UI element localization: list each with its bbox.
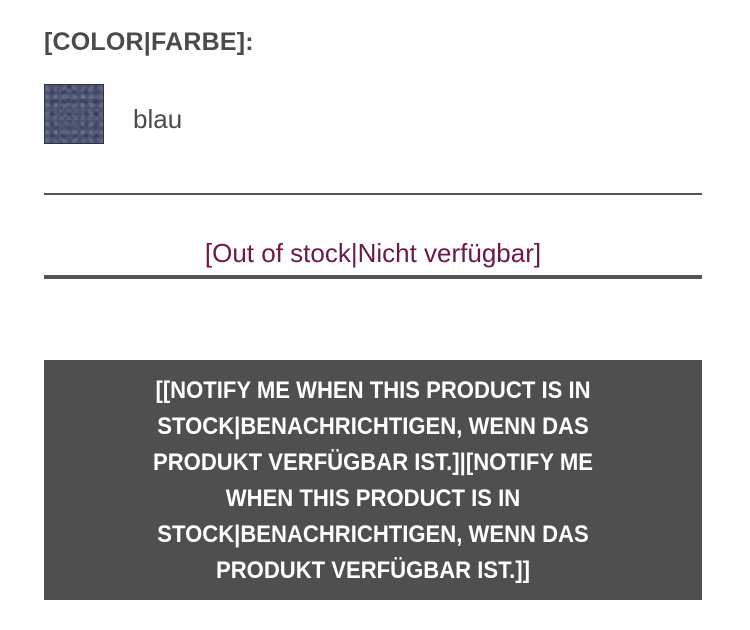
stock-status: [Out of stock|Nicht verfügbar] xyxy=(204,238,542,268)
color-swatch-name: blau xyxy=(133,104,183,134)
notify-me-button-label: [[NOTIFY ME WHEN THIS PRODUCT IS IN STOC… xyxy=(152,377,594,584)
divider xyxy=(44,275,702,279)
color-label: [COLOR|FARBE]: xyxy=(44,28,254,56)
notify-me-button[interactable]: [[NOTIFY ME WHEN THIS PRODUCT IS IN STOC… xyxy=(44,360,702,600)
divider xyxy=(44,193,702,195)
color-swatch-blau[interactable] xyxy=(44,84,104,144)
